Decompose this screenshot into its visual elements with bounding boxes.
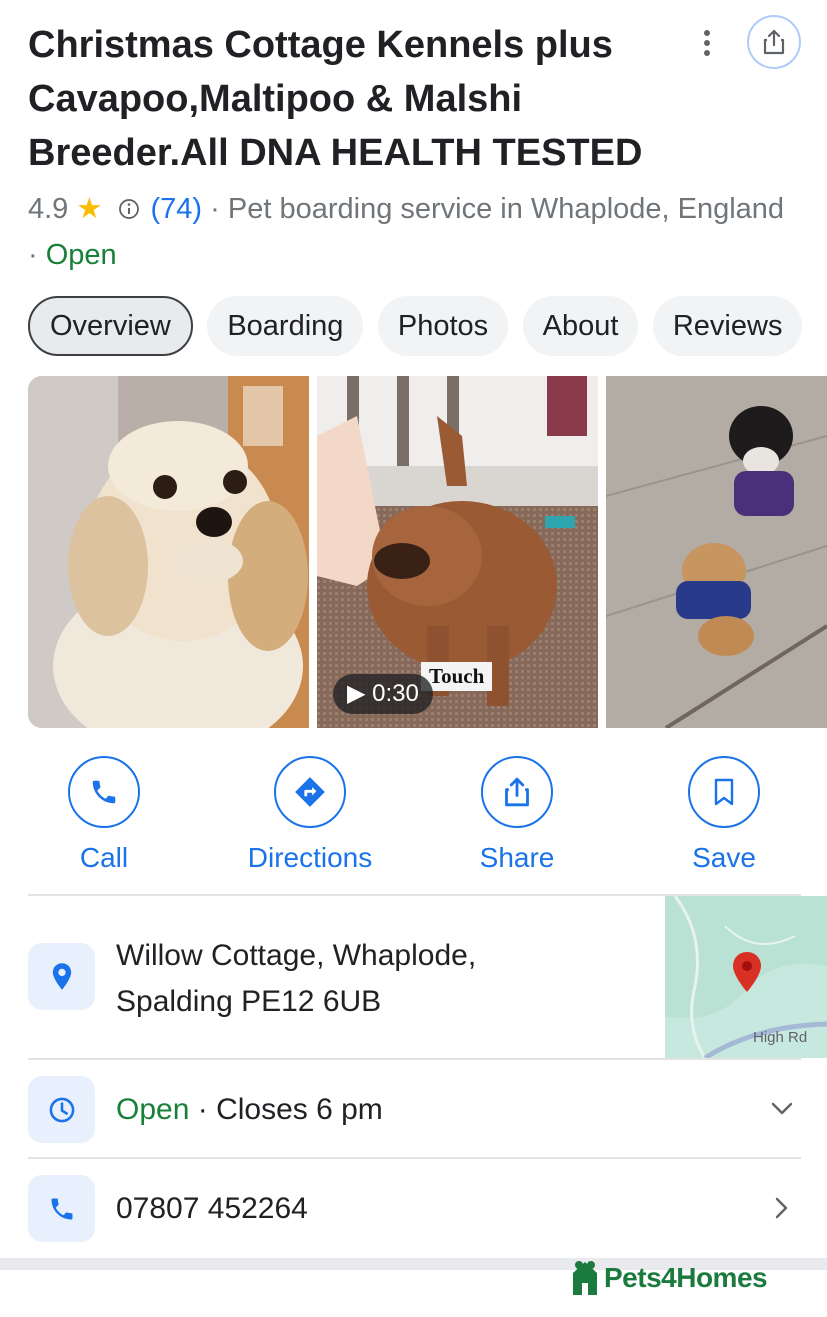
category-text: Pet boarding service in Whaplode, Englan… (227, 193, 785, 225)
save-button-circle (688, 756, 760, 828)
share-top-button[interactable] (747, 15, 801, 69)
hours-text: Open · Closes 6 pm (116, 1087, 383, 1133)
reviews-count-link[interactable]: (74) (151, 193, 203, 225)
hours-separator: · (189, 1093, 217, 1126)
location-pin-icon (28, 943, 95, 1010)
meta-separator: · (202, 193, 228, 225)
call-button[interactable]: Call (14, 756, 194, 874)
hours-row[interactable]: Open · Closes 6 pm (28, 1060, 801, 1158)
meta-separator: · (28, 239, 46, 271)
rating-value: 4.9 (28, 193, 69, 225)
bookmark-icon (714, 778, 734, 806)
action-row: Call Directions Share Save (0, 756, 827, 876)
call-label: Call (79, 842, 129, 873)
share-button-circle (481, 756, 553, 828)
star-icon: ★ (76, 193, 103, 225)
phone-number: 07807 452264 (116, 1192, 308, 1225)
watermark-brand-name: Pets4Homes (604, 1262, 768, 1293)
map-road-label: High Rd (753, 1029, 807, 1046)
save-button[interactable]: Save (634, 756, 814, 874)
tab-bar: Overview Boarding Photos About Reviews (28, 296, 827, 356)
share-icon (763, 29, 785, 55)
more-vert-icon (704, 30, 710, 56)
directions-button[interactable]: Directions (220, 756, 400, 874)
tab-photos[interactable]: Photos (377, 296, 509, 356)
photo-strip: Touch ▶ 0:30 (28, 376, 827, 728)
hours-status: Open (116, 1093, 190, 1126)
pets4homes-watermark: Pets4Homes (570, 1256, 768, 1300)
photo-two-dogs[interactable] (606, 376, 827, 728)
share-button[interactable]: Share (427, 756, 607, 874)
address-text: Willow Cottage, Whaplode, Spalding PE12 … (116, 933, 476, 1025)
save-label: Save (692, 842, 756, 873)
phone-icon (92, 780, 116, 804)
chevron-right-icon[interactable] (767, 1193, 797, 1223)
share-label: Share (479, 842, 555, 873)
phone-row[interactable]: 07807 452264 (28, 1159, 801, 1257)
photo-video-poodle[interactable]: Touch ▶ 0:30 (317, 376, 598, 728)
map-thumbnail[interactable]: High Rd (665, 896, 827, 1058)
pets4homes-logo-icon (573, 1261, 597, 1295)
call-button-circle (68, 756, 140, 828)
directions-label: Directions (247, 842, 373, 873)
photo-dog-portrait[interactable] (28, 376, 309, 728)
video-duration-badge: ▶ 0:30 (333, 674, 433, 714)
info-icon[interactable] (118, 198, 140, 220)
directions-button-circle (274, 756, 346, 828)
place-meta: 4.9 ★ (74) · Pet boarding service in Wha… (28, 186, 788, 278)
open-status: Open (45, 239, 117, 271)
address-line2: Spalding PE12 6UB (116, 985, 382, 1018)
tab-boarding[interactable]: Boarding (207, 296, 364, 356)
place-title: Christmas Cottage Kennels plus Cavapoo,M… (28, 24, 643, 174)
address-line1: Willow Cottage, Whaplode, (116, 939, 477, 972)
share-icon (505, 777, 529, 807)
phone-icon (28, 1175, 95, 1242)
clock-icon (28, 1076, 95, 1143)
more-options-button[interactable] (692, 28, 722, 58)
tab-about[interactable]: About (522, 296, 639, 356)
hours-closes: Closes 6 pm (216, 1093, 383, 1126)
chevron-down-icon[interactable] (767, 1094, 797, 1124)
tab-overview[interactable]: Overview (28, 296, 193, 356)
directions-icon (295, 777, 325, 807)
tab-reviews[interactable]: Reviews (652, 296, 803, 356)
